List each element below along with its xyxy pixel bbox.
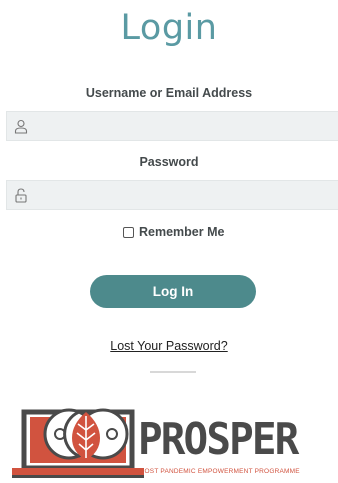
username-field[interactable] <box>6 111 338 141</box>
lock-icon <box>15 188 27 203</box>
brand-name: PROSPER <box>138 414 299 465</box>
divider <box>150 371 196 373</box>
remember-me[interactable]: Remember Me <box>123 224 224 240</box>
username-label: Username or Email Address <box>85 86 253 100</box>
password-field[interactable] <box>6 180 338 210</box>
username-input[interactable] <box>35 112 335 140</box>
brand-tagline: POST PANDEMIC EMPOWERMENT PROGRAMME <box>140 468 300 475</box>
password-input[interactable] <box>35 181 335 209</box>
remember-me-label: Remember Me <box>139 225 225 239</box>
page-title: Login <box>120 8 218 48</box>
password-label: Password <box>139 155 199 169</box>
login-button[interactable]: Log In <box>90 275 256 308</box>
lost-password-link[interactable]: Lost Your Password? <box>0 339 338 353</box>
user-icon <box>14 119 28 134</box>
remember-me-checkbox[interactable] <box>123 226 134 238</box>
